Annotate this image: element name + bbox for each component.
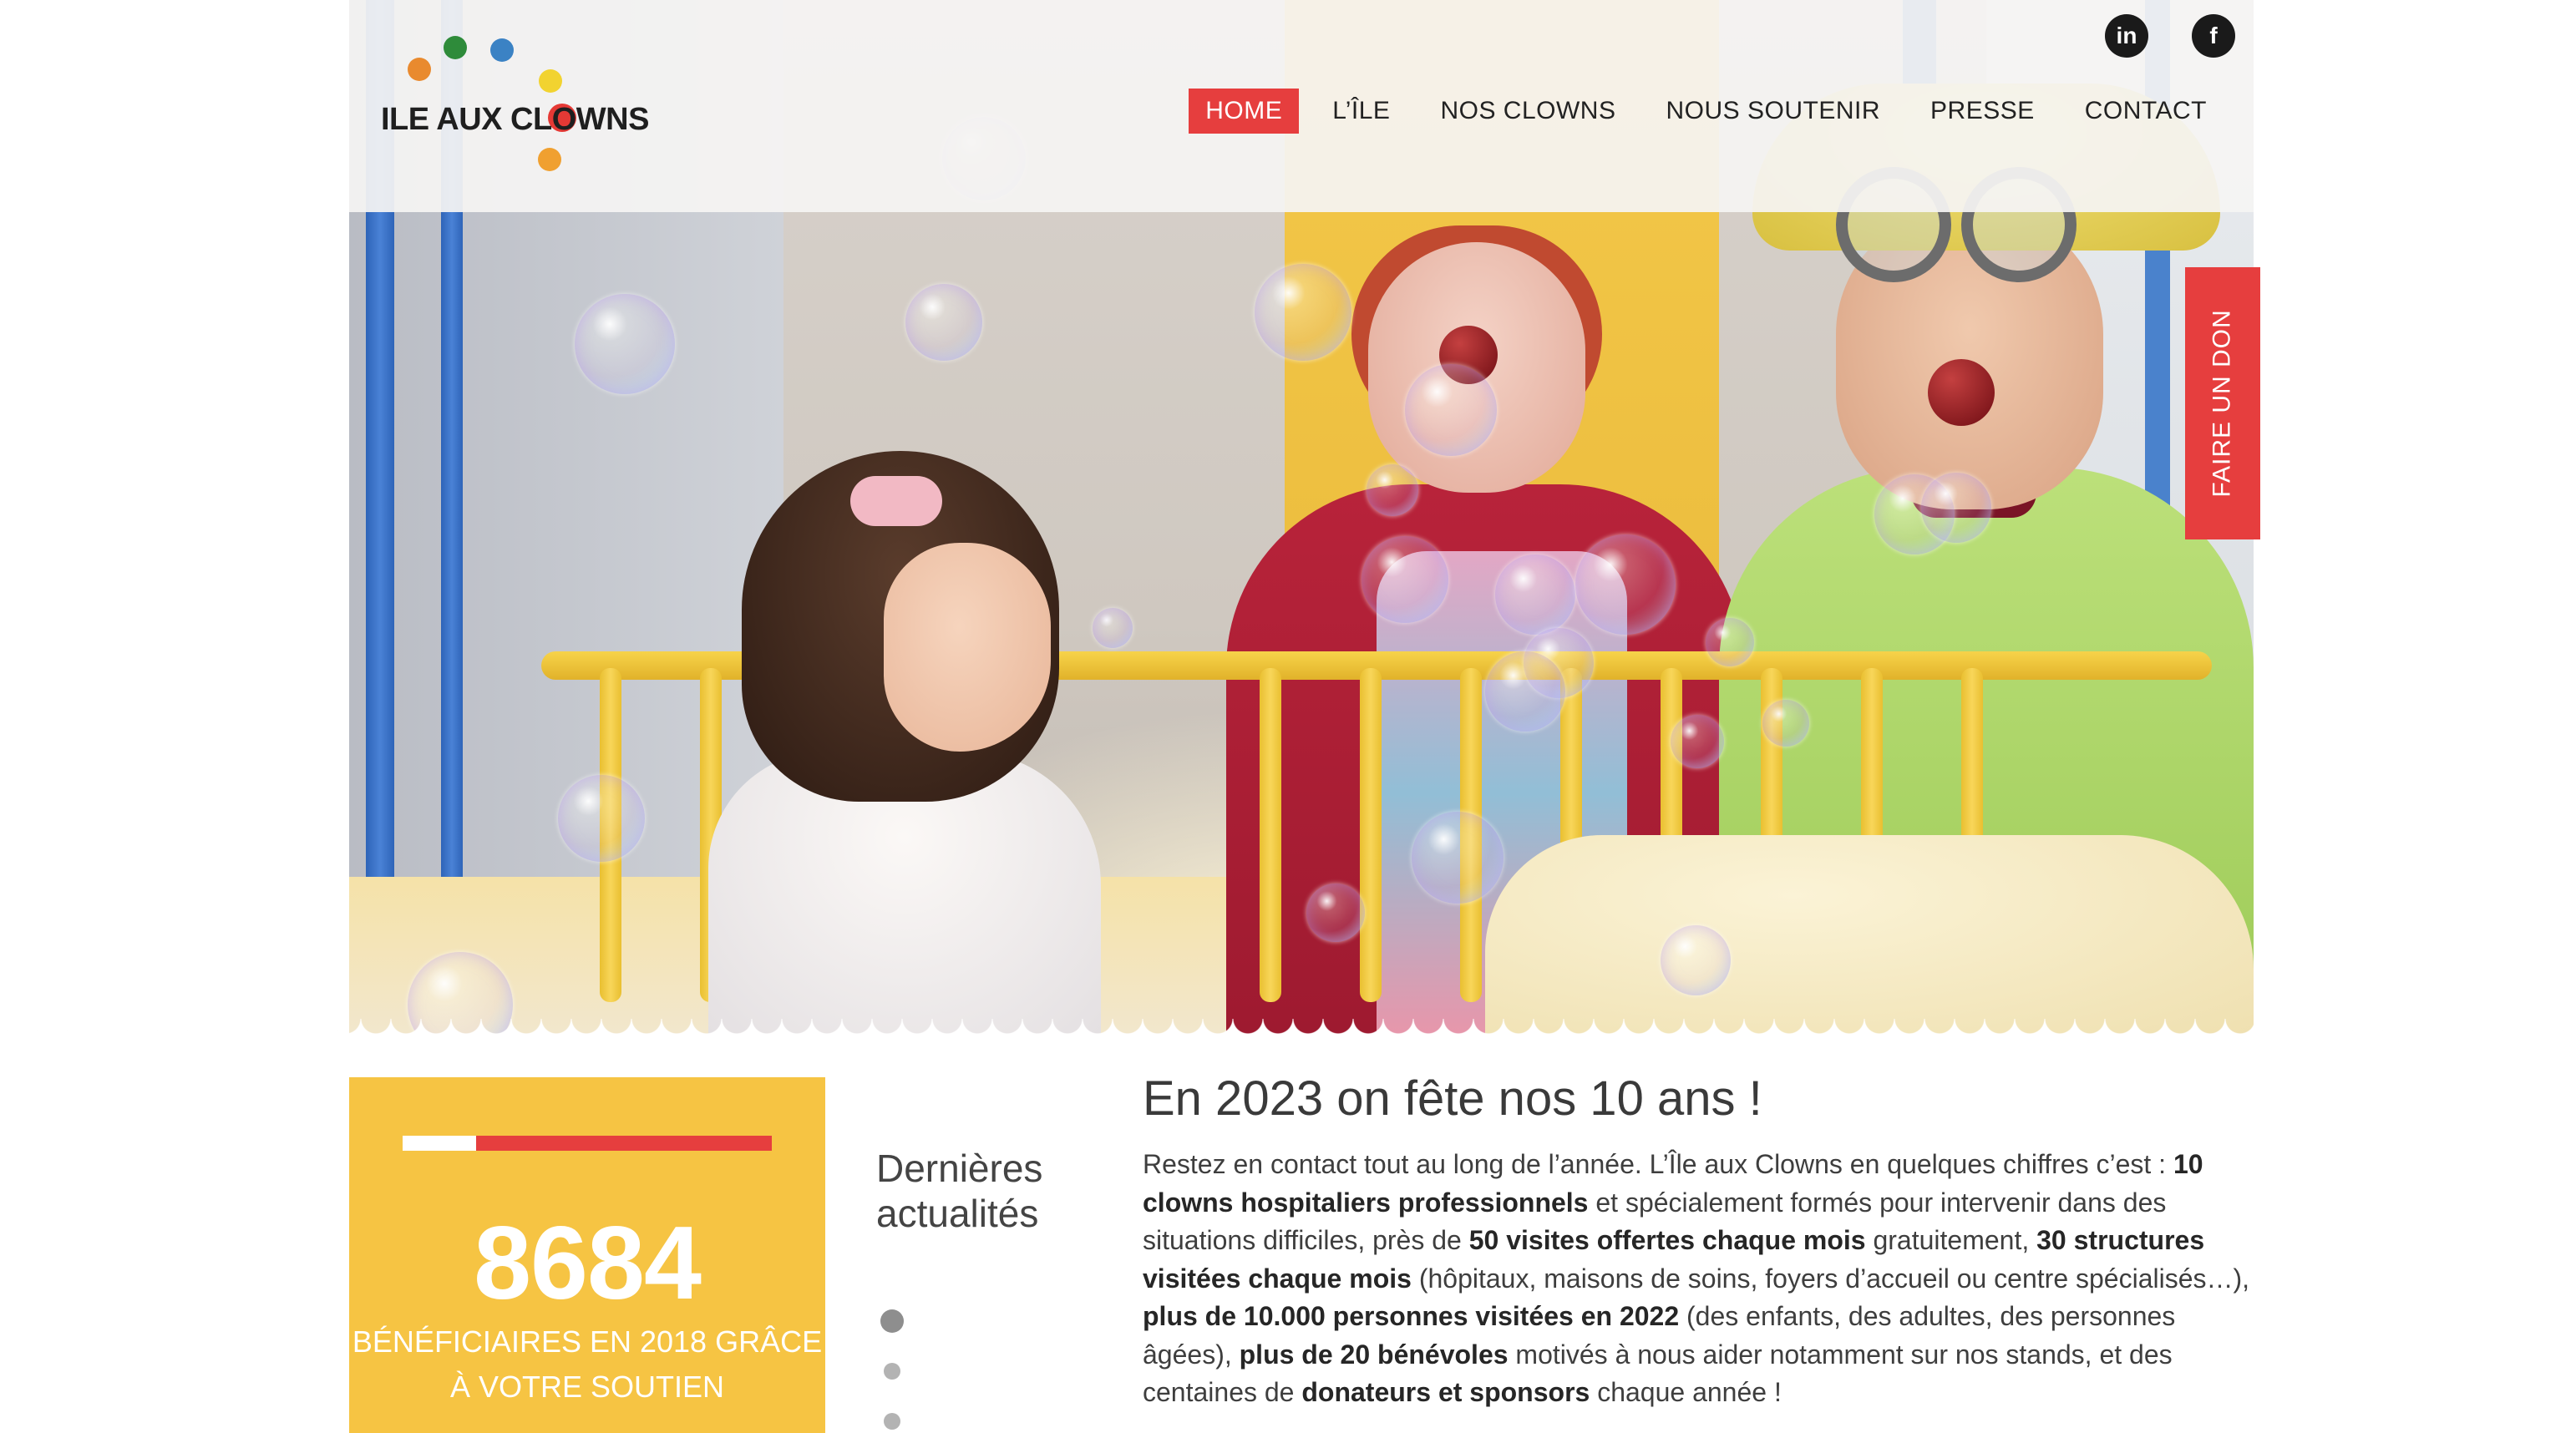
bubble	[1306, 884, 1365, 942]
slider-dot[interactable]	[884, 1363, 900, 1380]
bubble	[1661, 925, 1731, 995]
article-text: (hôpitaux, maisons de soins, foyers d’ac…	[1411, 1263, 2250, 1294]
site-header: ILE AUX CLOWNS in f HOME L’ÎLE NOS CLOWN…	[349, 0, 2254, 212]
donate-tab-label: FAIRE UN DON	[2208, 309, 2237, 498]
hero-blanket	[1485, 835, 2254, 1036]
bubble	[1495, 554, 1575, 635]
stats-progress-fill	[403, 1136, 477, 1151]
nav-nous-soutenir[interactable]: NOUS SOUTENIR	[1649, 89, 1897, 134]
stats-box: 8684 BÉNÉFICIAIRES EN 2018 GRÂCE À VOTRE…	[349, 1077, 825, 1433]
logo-text: ILE AUX CLOWNS	[381, 102, 649, 137]
bubble	[1575, 534, 1676, 635]
logo-dot	[490, 38, 514, 62]
bubble	[1412, 812, 1504, 904]
bubble	[1762, 700, 1809, 747]
stats-number: 8684	[474, 1206, 702, 1321]
site-logo[interactable]: ILE AUX CLOWNS	[366, 33, 667, 184]
hero-child	[708, 451, 1126, 1036]
logo-dot	[539, 69, 562, 93]
nav-contact[interactable]: CONTACT	[2068, 89, 2224, 134]
article-text: Restez en contact tout au long de l’anné…	[1143, 1149, 2173, 1179]
nav-home[interactable]: HOME	[1189, 89, 1300, 134]
article-text: gratuitement,	[1865, 1225, 2037, 1255]
bubble	[1362, 536, 1448, 623]
stats-progress-bar	[403, 1136, 772, 1151]
donate-tab-button[interactable]: FAIRE UN DON	[2185, 267, 2260, 539]
bubble	[1921, 473, 1991, 543]
nav-presse[interactable]: PRESSE	[1914, 89, 2051, 134]
bubble	[1405, 364, 1497, 456]
logo-dot	[444, 36, 467, 59]
article-highlight: donateurs et sponsors	[1301, 1377, 1590, 1407]
bubble	[1255, 264, 1351, 361]
news-heading-line: Dernières	[876, 1147, 1043, 1190]
main-nav: HOME L’ÎLE NOS CLOWNS NOUS SOUTENIR PRES…	[1189, 89, 2224, 134]
stats-caption: BÉNÉFICIAIRES EN 2018 GRÂCE À VOTRE SOUT…	[349, 1319, 825, 1410]
article-text: chaque année !	[1590, 1377, 1782, 1407]
slider-dot-active[interactable]	[880, 1309, 904, 1333]
bubble	[905, 284, 982, 361]
bubble	[558, 775, 645, 862]
article-highlight: plus de 20 bénévoles	[1239, 1339, 1509, 1370]
article-title: En 2023 on fête nos 10 ans !	[1143, 1071, 1762, 1126]
bubble	[1706, 618, 1754, 666]
bubble	[575, 294, 675, 394]
nav-nos-clowns[interactable]: NOS CLOWNS	[1423, 89, 1632, 134]
hero-crib-bar	[1360, 668, 1382, 1002]
hero-crib-bar	[1260, 668, 1281, 1002]
linkedin-icon[interactable]: in	[2105, 14, 2148, 58]
news-heading-line: actualités	[876, 1192, 1039, 1235]
article-body: Restez en contact tout au long de l’anné…	[1143, 1146, 2266, 1412]
article-highlight: 50 visites offertes chaque mois	[1468, 1225, 1866, 1255]
hero-wavy-edge	[0, 1019, 2576, 1052]
logo-dot	[408, 58, 431, 81]
bubble	[1093, 608, 1133, 648]
article-highlight: plus de 10.000 personnes visitées en 202…	[1143, 1301, 1680, 1331]
bubble	[1367, 464, 1418, 516]
bubble	[1671, 715, 1724, 768]
stats-caption-line: BÉNÉFICIAIRES EN 2018 GRÂCE	[352, 1324, 823, 1359]
news-heading: Dernières actualités	[876, 1146, 1085, 1236]
nav-ile[interactable]: L’ÎLE	[1316, 89, 1407, 134]
slider-dot[interactable]	[884, 1413, 900, 1430]
bubble	[1485, 651, 1565, 732]
stats-caption-line: À VOTRE SOUTIEN	[449, 1370, 725, 1404]
facebook-icon[interactable]: f	[2192, 14, 2235, 58]
logo-dot	[538, 148, 561, 171]
